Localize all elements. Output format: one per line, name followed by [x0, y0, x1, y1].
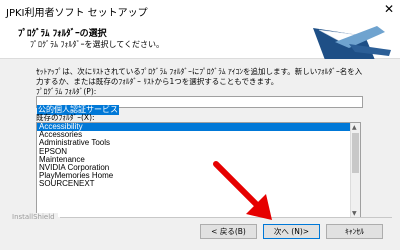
list-item[interactable]: Accessibility — [37, 123, 360, 132]
list-item[interactable]: EPSON — [37, 147, 360, 156]
footer-divider — [60, 217, 392, 218]
instructions-text: ｾｯﾄｱｯﾌﾟは、次にﾘｽﾄされているﾌﾟﾛｸﾞﾗﾑ ﾌｫﾙﾀﾞｰにﾌﾟﾛｸﾞﾗ… — [36, 67, 363, 86]
list-scrollbar[interactable]: ▲ ▼ — [350, 123, 360, 218]
window-title: JPKI利用者ソフト セットアップ — [6, 8, 148, 19]
list-item[interactable]: SOURCENEXT — [37, 180, 360, 188]
title-bar: JPKI利用者ソフト セットアップ ✕ — [0, 0, 400, 22]
program-folder-input[interactable]: 公的個人認証サービス — [36, 96, 363, 115]
page-subtitle: ﾌﾟﾛｸﾞﾗﾑ ﾌｫﾙﾀﾞｰを選択してください。 — [30, 40, 165, 49]
installshield-brand: InstallShield — [12, 213, 58, 221]
installer-logo-icon — [313, 26, 391, 60]
list-item[interactable]: Administrative Tools — [37, 139, 360, 147]
cancel-button[interactable]: ｷｬﾝｾﾙ — [326, 224, 383, 239]
scroll-up-icon[interactable]: ▲ — [352, 124, 357, 131]
close-icon[interactable]: ✕ — [384, 2, 394, 16]
scroll-down-icon[interactable]: ▼ — [352, 210, 357, 217]
existing-folders-list[interactable]: Accessibility Accessories Administrative T… — [36, 122, 361, 219]
back-button[interactable]: < 戻る(B) — [200, 224, 257, 239]
page-title: ﾌﾟﾛｸﾞﾗﾑ ﾌｫﾙﾀﾞｰの選択 — [18, 29, 107, 39]
scroll-thumb[interactable] — [352, 133, 359, 173]
next-button[interactable]: 次へ (N)> — [263, 224, 320, 239]
dialog-footer: InstallShield < 戻る(B) 次へ (N)> ｷｬﾝｾﾙ — [0, 213, 400, 250]
dialog-body: ｾｯﾄｱｯﾌﾟは、次にﾘｽﾄされているﾌﾟﾛｸﾞﾗﾑ ﾌｫﾙﾀﾞｰにﾌﾟﾛｸﾞﾗ… — [0, 59, 400, 219]
